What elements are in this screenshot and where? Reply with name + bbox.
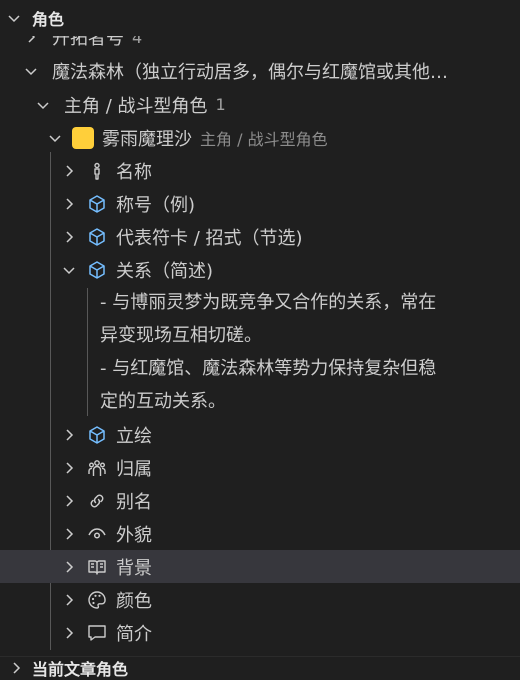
- group-icon: [86, 457, 108, 479]
- cube-icon: [86, 193, 108, 215]
- chevron-right-icon: [60, 525, 78, 543]
- chevron-right-icon: [8, 660, 24, 676]
- chevron-right-icon: [60, 426, 78, 444]
- relation-text-line: - 与红魔馆、魔法森林等势力保持复杂但稳: [100, 358, 437, 379]
- relation-text-line: - 与博丽灵梦为既竞争又合作的关系，常在: [100, 292, 437, 313]
- tree-item-label: 称号（例): [116, 194, 196, 216]
- person-icon: [86, 160, 108, 182]
- tree-item-field-affiliation[interactable]: 归属: [0, 451, 520, 484]
- section-title: 角色: [32, 10, 65, 29]
- tree-item-label: 关系（简述): [116, 260, 214, 282]
- color-chip: [72, 126, 94, 149]
- tree-item-field-background[interactable]: 背景: [0, 550, 520, 583]
- tree-item-field-color[interactable]: 颜色: [0, 583, 520, 616]
- tree-item-character[interactable]: 雾雨魔理沙 主角 / 战斗型角色: [0, 121, 520, 154]
- cube-icon: [86, 424, 108, 446]
- chevron-right-icon: [60, 591, 78, 609]
- comment-icon: [86, 622, 108, 644]
- tree-item-label: 雾雨魔理沙: [102, 128, 192, 150]
- chevron-right-icon: [60, 162, 78, 180]
- palette-icon: [86, 589, 108, 611]
- tree-item-label: 归属: [116, 458, 152, 480]
- tree-item-field-name[interactable]: 名称: [0, 154, 520, 187]
- tree-item-label: 外貌: [116, 524, 152, 546]
- cube-icon: [86, 259, 108, 281]
- section-title: 当前文章角色: [32, 659, 129, 679]
- book-icon: [86, 556, 108, 578]
- cube-icon: [86, 226, 108, 248]
- chevron-down-icon: [34, 96, 52, 114]
- chevron-down-icon: [22, 62, 40, 80]
- tree-item-label: 简介: [116, 623, 152, 645]
- section-header-current-article-characters[interactable]: 当前文章角色: [0, 656, 520, 679]
- tree-item-label: 立绘: [116, 425, 152, 447]
- item-description: 主角 / 战斗型角色: [200, 129, 328, 149]
- eye-icon: [86, 523, 108, 545]
- tree-item-label: 代表符卡 / 招式（节选): [116, 227, 303, 249]
- chevron-down-icon: [6, 10, 22, 26]
- link-icon: [86, 490, 108, 512]
- tree-item-field-relations[interactable]: 关系（简述): [0, 253, 520, 286]
- chevron-down-icon: [60, 261, 78, 279]
- chevron-right-icon: [60, 492, 78, 510]
- tree-item-field-summary[interactable]: 简介: [0, 616, 520, 649]
- tree-item-field-title[interactable]: 称号（例): [0, 187, 520, 220]
- chevron-down-icon: [46, 129, 64, 147]
- indent-guide: [87, 288, 88, 416]
- tree-item-label: 魔法森林（独立行动居多，偶尔与红魔馆或其他…: [52, 61, 448, 83]
- chevron-right-icon: [60, 195, 78, 213]
- tree-item-label: 背景: [116, 557, 152, 579]
- tree-item-label: 名称: [116, 161, 152, 183]
- section-header-characters[interactable]: 角色: [0, 0, 520, 36]
- chevron-right-icon: [60, 558, 78, 576]
- tree-item-field-alias[interactable]: 别名: [0, 484, 520, 517]
- tree-item-label: 颜色: [116, 590, 152, 612]
- item-count: 1: [215, 95, 226, 114]
- tree-item-subgroup[interactable]: 主角 / 战斗型角色 1: [0, 88, 520, 121]
- tree-item-group[interactable]: 魔法森林（独立行动居多，偶尔与红魔馆或其他…: [0, 54, 520, 87]
- tree-item-field-portrait[interactable]: 立绘: [0, 418, 520, 451]
- tree-item-field-spellcards[interactable]: 代表符卡 / 招式（节选): [0, 220, 520, 253]
- tree-item-label: 别名: [116, 491, 152, 513]
- chevron-right-icon: [60, 228, 78, 246]
- tree-item-field-appearance[interactable]: 外貌: [0, 517, 520, 550]
- chevron-right-icon: [60, 459, 78, 477]
- chevron-right-icon: [60, 624, 78, 642]
- relation-text-line: 异变现场互相切磋。: [100, 325, 262, 346]
- tree-item-label: 主角 / 战斗型角色: [64, 95, 208, 117]
- relation-text-line: 定的互动关系。: [100, 391, 226, 412]
